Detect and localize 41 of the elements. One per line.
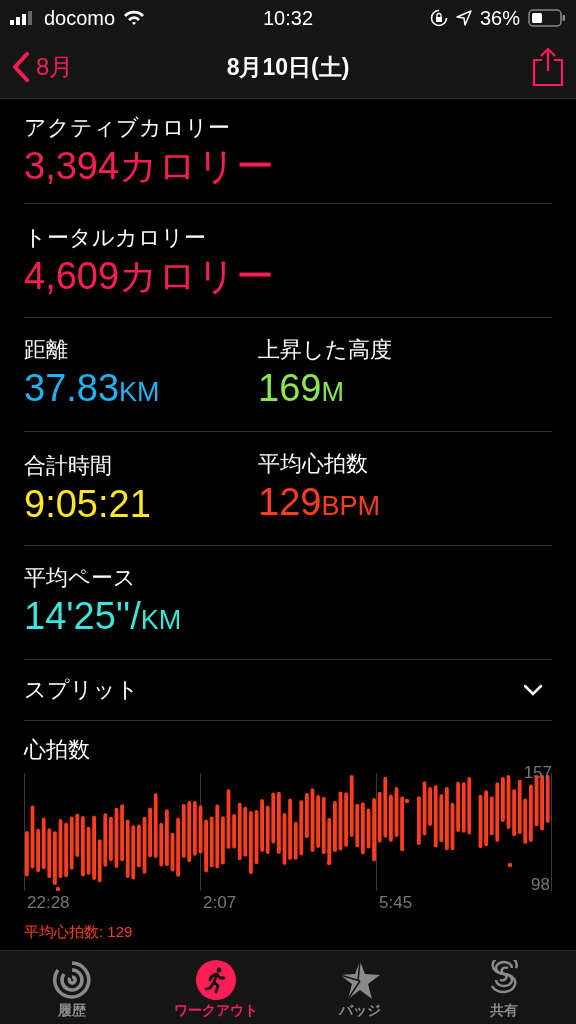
metric-value: 129BPM — [258, 479, 380, 525]
wifi-icon — [123, 10, 146, 26]
tab[interactable]: バッジ — [288, 951, 432, 1024]
carrier-name: docomo — [44, 6, 116, 30]
metric-label: トータルカロリー — [24, 223, 206, 252]
metric-label: 平均ペース — [24, 563, 136, 592]
metric-value: 169M — [258, 365, 344, 411]
share-button[interactable] — [532, 47, 564, 87]
star-icon — [339, 960, 381, 1000]
screen-title: 8月10日(土) — [226, 53, 350, 80]
metric-value: 37.83KM — [24, 365, 160, 411]
metric-label: 平均心拍数 — [258, 449, 368, 478]
time-label: 2:07 — [203, 893, 237, 913]
battery-icon — [528, 9, 566, 27]
axis-label: 98 — [531, 875, 550, 895]
axis-label: 157 — [523, 763, 552, 783]
time-label: 22:28 — [27, 893, 70, 913]
tab[interactable]: 共有 — [432, 951, 576, 1024]
metric-value: 14'25''/KM — [24, 593, 182, 639]
chevron-down-icon[interactable] — [522, 683, 544, 697]
battery-percent: 36% — [479, 6, 520, 30]
status-time: 10:32 — [262, 6, 314, 29]
average-heart-rate: 平均心拍数: 129 — [24, 923, 134, 942]
metric-value: 9:05:21 — [24, 481, 151, 527]
time-label: 5:45 — [379, 893, 413, 913]
metric-value: 3,394カロリー — [24, 144, 275, 189]
location-arrow-icon — [455, 10, 472, 26]
running-figure-icon — [196, 960, 236, 1000]
tab[interactable]: 履歴 — [0, 951, 144, 1024]
splits-label: スプリット — [24, 676, 139, 704]
metric-label: 合計時間 — [24, 451, 112, 480]
chart-title: 心拍数 — [24, 737, 90, 762]
rings-icon — [52, 960, 92, 1000]
metric-label: 距離 — [24, 335, 68, 364]
metric-label: 上昇した高度 — [258, 335, 392, 364]
rotation-lock-icon — [429, 9, 448, 27]
tab[interactable]: ワークアウト — [144, 951, 288, 1024]
chevron-left-icon — [12, 52, 30, 82]
metric-value: 4,609カロリー — [24, 253, 275, 299]
metric-label: アクティブカロリー — [24, 114, 230, 142]
back-button[interactable]: 8月 — [12, 51, 74, 83]
